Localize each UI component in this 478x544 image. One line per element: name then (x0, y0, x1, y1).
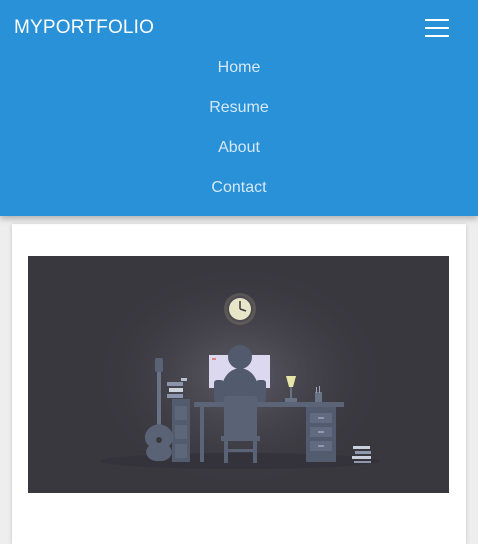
content-card (12, 224, 466, 544)
navbar: MYPORTFOLIO Home Resume About Contact (0, 0, 478, 216)
nav-link-about[interactable]: About (0, 139, 478, 157)
brand-logo[interactable]: MYPORTFOLIO (14, 17, 154, 39)
nav-link-resume[interactable]: Resume (0, 99, 478, 117)
wall-clock-icon (224, 293, 256, 325)
nav-link-home[interactable]: Home (0, 59, 478, 77)
nav-link-contact[interactable]: Contact (0, 179, 478, 197)
hamburger-menu-icon[interactable] (419, 13, 455, 43)
hero-illustration (28, 256, 449, 493)
